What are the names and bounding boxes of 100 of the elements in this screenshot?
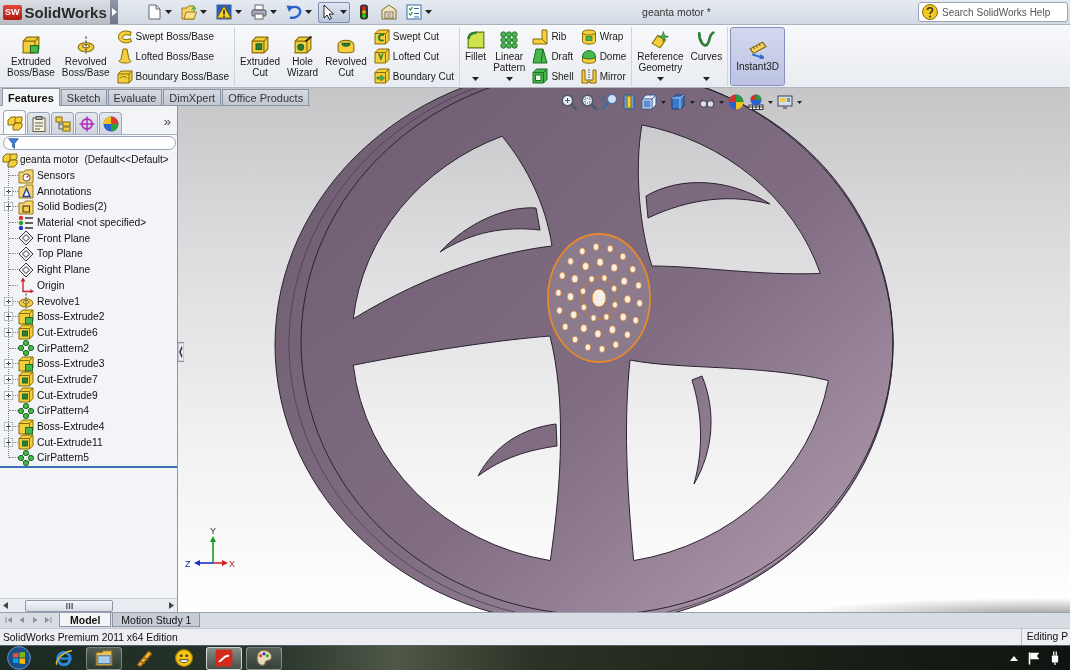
plug-icon[interactable] [1050, 651, 1060, 665]
expand-icon[interactable] [4, 327, 13, 337]
panel-tab[interactable] [3, 110, 26, 134]
ribbon-button[interactable]: Curves [687, 27, 726, 86]
tab[interactable]: Features [2, 88, 60, 106]
tree-item[interactable]: Front Plane [37, 232, 91, 244]
ribbon-button[interactable]: Reference Geometry [634, 27, 687, 86]
printer-button[interactable] [248, 1, 280, 23]
tree-item[interactable]: CirPattern2 [37, 342, 90, 354]
circular-pattern-icon [18, 340, 34, 357]
ribbon-button[interactable]: Rib [529, 27, 577, 46]
panel-tab[interactable] [51, 112, 74, 134]
flyout-arrow-icon [111, 8, 117, 16]
previous-view-icon[interactable] [601, 94, 617, 110]
tab[interactable]: Motion Study 1 [112, 613, 201, 627]
checklist-button[interactable] [403, 1, 435, 23]
pointer-button[interactable] [318, 1, 350, 23]
ribbon-button[interactable]: Lofted Cut [370, 47, 457, 66]
tree-item[interactable]: Solid Bodies(2) [37, 201, 107, 213]
tree-item[interactable]: Cut-Extrude11 [37, 436, 103, 448]
ribbon-button[interactable]: Revolved Cut [322, 27, 370, 86]
tree-item[interactable]: Origin [37, 279, 65, 291]
expand-icon[interactable] [4, 202, 13, 212]
tree-item[interactable]: Boss-Extrude3 [37, 358, 105, 370]
menu-flyout-button[interactable] [110, 0, 118, 24]
ribbon-button[interactable]: Extruded Boss/Base [4, 27, 58, 86]
tree-item[interactable]: Revolve1 [37, 295, 80, 307]
tree-item[interactable]: Sensors [37, 170, 75, 182]
taskbar-button[interactable] [86, 646, 122, 670]
boundary-cut-icon [373, 68, 390, 85]
cube-icon[interactable] [641, 94, 657, 110]
tab[interactable]: Sketch [60, 89, 107, 105]
caret-icon[interactable] [797, 100, 802, 104]
expand-icon[interactable] [4, 422, 13, 432]
tab[interactable]: Model [59, 613, 112, 627]
ribbon-button[interactable]: Fillet [462, 27, 490, 86]
ribbon-button[interactable]: Swept Boss/Base [113, 27, 232, 46]
rib-icon [532, 28, 549, 45]
left-arrow-icon[interactable] [3, 602, 8, 609]
ribbon-button[interactable]: Hole Wizard [284, 27, 322, 86]
logo-mark: SW [3, 4, 22, 20]
zoom-area-icon[interactable] [581, 94, 597, 110]
ribbon-button[interactable]: Extruded Cut [237, 27, 284, 86]
tree-item[interactable]: Right Plane [37, 264, 91, 276]
panel-tab[interactable] [75, 112, 98, 134]
ribbon-button[interactable]: Boundary Cut [370, 67, 457, 86]
tree-item[interactable]: Annotations [37, 185, 92, 197]
tree-item[interactable]: CirPattern5 [37, 452, 90, 464]
section-view-icon[interactable] [621, 94, 637, 110]
ribbon-button[interactable]: Linear Pattern [490, 27, 529, 86]
tree-item[interactable]: geanta motor (Default<<Default> [20, 154, 169, 166]
tab[interactable]: Office Products [222, 89, 310, 105]
up-arrow-icon[interactable] [1010, 655, 1018, 661]
tree-item[interactable]: Cut-Extrude6 [37, 326, 98, 338]
tree-item[interactable]: Cut-Extrude9 [37, 389, 98, 401]
ribbon-button[interactable]: Revolved Boss/Base [58, 27, 113, 86]
tree-item[interactable]: Boss-Extrude2 [37, 311, 105, 323]
flag-icon[interactable] [1028, 651, 1040, 665]
ribbon-button[interactable]: Boundary Boss/Base [113, 67, 232, 86]
scrollbar-thumb[interactable] [25, 599, 113, 612]
panel-tab[interactable] [99, 112, 122, 134]
tree-item[interactable]: Material <not specified> [37, 217, 147, 229]
expand-icon[interactable] [4, 437, 13, 447]
tree-item[interactable]: CirPattern4 [37, 405, 90, 417]
tree-item[interactable]: Top Plane [37, 248, 83, 260]
sphere-icon[interactable] [728, 94, 744, 110]
collapse-handle-icon[interactable] [178, 342, 184, 362]
expand-icon[interactable] [4, 374, 13, 384]
expand-icon[interactable] [4, 390, 13, 400]
tree-item[interactable]: Boss-Extrude4 [37, 421, 105, 433]
taskbar-button[interactable] [246, 646, 282, 670]
expand-icon[interactable] [4, 296, 13, 306]
zoom-icon[interactable] [561, 94, 577, 110]
expand-icon[interactable] [4, 359, 13, 369]
shaded-box-icon[interactable] [670, 94, 686, 110]
ribbon-button[interactable]: Lofted Boss/Base [113, 47, 232, 66]
more-tabs-button[interactable]: » [160, 115, 174, 129]
taskbar-button[interactable] [206, 646, 242, 670]
scene-icon[interactable] [748, 94, 764, 110]
house-icon [381, 4, 397, 20]
filter-field[interactable] [3, 136, 176, 150]
dome-icon [580, 48, 597, 65]
start-icon[interactable] [7, 646, 31, 670]
search-field[interactable]: Search SolidWorks Help [918, 2, 1068, 22]
expand-icon[interactable] [4, 312, 13, 322]
tree-item[interactable]: Cut-Extrude7 [37, 373, 98, 385]
ribbon-button[interactable]: Instant3D [730, 27, 785, 86]
tab[interactable]: DimXpert [163, 89, 222, 105]
ribbon-button[interactable]: Shell [529, 67, 577, 86]
tab[interactable]: Evaluate [107, 89, 163, 105]
caret-icon[interactable] [768, 100, 773, 104]
expand-icon[interactable] [4, 186, 13, 196]
right-arrow-icon[interactable] [169, 602, 174, 609]
ribbon-button[interactable]: Dome [577, 47, 630, 66]
ribbon-button[interactable]: Mirror [577, 67, 630, 86]
ribbon-button[interactable]: Wrap [577, 27, 630, 46]
panel-tab[interactable] [27, 112, 50, 134]
ribbon-button[interactable]: Draft [529, 47, 577, 66]
ribbon-button[interactable]: Swept Cut [370, 27, 457, 46]
sweep-icon [116, 28, 133, 45]
